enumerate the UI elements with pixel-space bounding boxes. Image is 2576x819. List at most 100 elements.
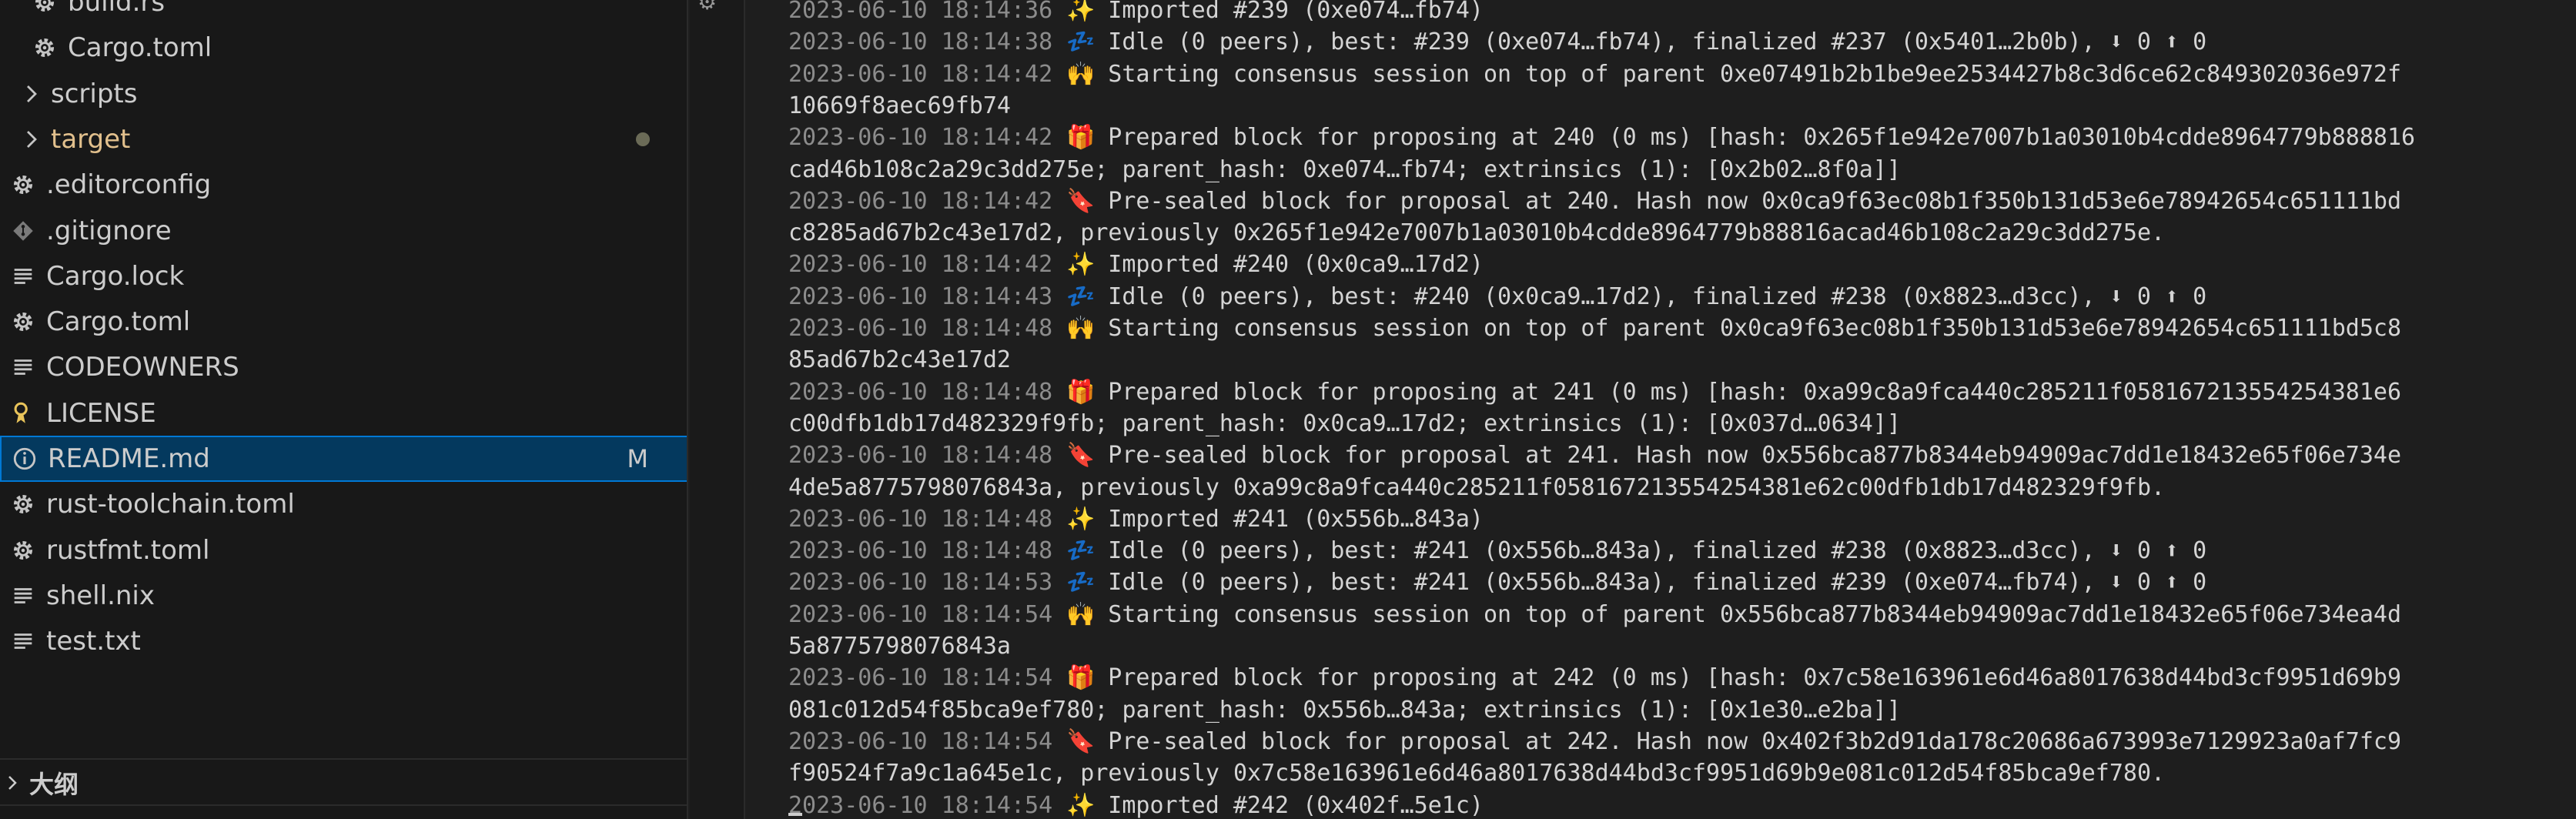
tree-icon-slot [8,580,38,611]
tree-item-label: .editorconfig [46,169,212,201]
terminal-line: 081c012d54f85bca9ef780; parent_hash: 0x5… [788,695,1901,726]
file-row[interactable]: .editorconfig [0,162,687,208]
terminal-line: 2023-06-10 18:14:36 ✨ Imported #239 (0xe… [788,0,1484,26]
file-row[interactable]: build.rs [0,0,687,25]
log-emoji-icon: 🎁 [1066,664,1096,692]
tree-item-label: CODEOWNERS [46,352,239,383]
terminal-line: 85ad67b2c43e17d2 [788,345,1011,376]
log-timestamp: 2023-06-10 18:14:36 [788,0,1053,24]
lines-icon [14,268,32,284]
log-message: Idle (0 peers), best: #241 (0x556b…843a)… [1094,569,2207,597]
terminal-line: f90524f7a9c1a645e1c, previously 0x7c58e1… [788,758,2165,789]
tree-item-label: build.rs [68,0,166,18]
log-timestamp: 2023-06-10 18:14:42 [788,187,1053,215]
file-row[interactable]: Cargo.toml [0,299,687,345]
log-message: Idle (0 peers), best: #240 (0x0ca9…17d2)… [1094,282,2207,310]
log-timestamp: 2023-06-10 18:14:48 [788,378,1053,406]
log-emoji-icon: 🎁 [1066,378,1096,406]
log-emoji-icon: 🙌 [1066,315,1096,342]
log-emoji-icon: ✨ [1066,251,1096,279]
outline-section-header[interactable]: 大纲 [0,758,687,806]
gear-icon [13,540,33,560]
git-icon [13,220,33,241]
tree-icon-slot [8,398,38,429]
lines-icon [14,587,32,603]
terminal-line: 2023-06-10 18:14:48 💤 Idle (0 peers), be… [788,536,2206,567]
log-timestamp: 2023-06-10 18:14:48 [788,505,1053,533]
log-emoji-icon: ✨ [1066,791,1096,819]
log-timestamp: 2023-06-10 18:14:42 [788,124,1053,152]
log-timestamp: 2023-06-10 18:14:42 [788,60,1053,88]
file-row[interactable]: Cargo.lock [0,253,687,299]
log-message: 4de5a8775798076843a, previously 0xa99c8a… [788,473,2166,501]
file-row[interactable]: shell.nix [0,573,687,619]
log-emoji-icon: 🔖 [1066,727,1096,755]
log-message: Imported #242 (0x402f…5e1c) [1094,791,1484,819]
terminal-line: 2023-06-10 18:14:48 🎁 Prepared block for… [788,377,2401,408]
folder-row[interactable]: target [0,116,687,162]
tree-item-label: Cargo.toml [68,32,212,64]
terminal-line: 2023-06-10 18:14:54 🔖 Pre-sealed block f… [788,727,2401,757]
timeline-section-header[interactable] [0,804,687,819]
log-message: 85ad67b2c43e17d2 [788,346,1011,374]
chevron-right-icon [27,85,37,102]
info-icon [13,447,36,470]
file-row[interactable]: .gitignore [0,208,687,254]
terminal-tab-icon[interactable]: ⚙ [698,0,717,15]
log-timestamp: 2023-06-10 18:14:42 [788,251,1053,279]
gear-icon [35,38,55,58]
file-row[interactable]: LICENSE [0,390,687,436]
terminal-line: 2023-06-10 18:14:53 💤 Idle (0 peers), be… [788,567,2206,598]
terminal-line: cad46b108c2a29c3dd275e; parent_hash: 0xe… [788,155,1901,186]
folder-row[interactable]: scripts [0,71,687,117]
log-message: Pre-sealed block for proposal at 242. Ha… [1094,727,2402,755]
terminal-line: 2023-06-10 18:14:42 🙌 Starting consensus… [788,59,2401,90]
log-emoji-icon: 💤 [1066,569,1096,597]
terminal-line: 2023-06-10 18:14:48 🔖 Pre-sealed block f… [788,440,2401,471]
log-message: Idle (0 peers), best: #239 (0xe074…fb74)… [1094,28,2207,56]
log-emoji-icon: 🎁 [1066,124,1096,152]
terminal-line: 2023-06-10 18:14:42 🔖 Pre-sealed block f… [788,186,2401,217]
terminal-line: 2023-06-10 18:14:43 💤 Idle (0 peers), be… [788,282,2206,313]
log-message: cad46b108c2a29c3dd275e; parent_hash: 0xe… [788,155,1901,183]
terminal-line: 2023-06-10 18:14:48 ✨ Imported #241 (0x5… [788,504,1484,535]
tree-icon-slot [20,124,43,155]
file-row[interactable]: rust-toolchain.toml [0,481,687,527]
terminal-line: 2023-06-10 18:14:54 ✨ Imported #242 (0x4… [788,791,1484,819]
log-message: Imported #240 (0x0ca9…17d2) [1094,251,1484,279]
log-emoji-icon: 🙌 [1066,60,1096,88]
file-row[interactable]: CODEOWNERS [0,344,687,390]
file-row[interactable]: test.txt [0,618,687,664]
log-timestamp: 2023-06-10 18:14:53 [788,569,1053,597]
log-message: Pre-sealed block for proposal at 240. Ha… [1094,187,2402,215]
tree-icon-slot [20,79,43,109]
tree-icon-slot [8,261,38,292]
gear-icon [13,495,33,514]
log-emoji-icon: 🔖 [1066,187,1096,215]
terminal-line: c8285ad67b2c43e17d2, previously 0x265f1e… [788,218,2165,249]
tree-icon-slot [29,0,60,18]
log-message: 5a8775798076843a [788,633,1011,660]
log-message: Prepared block for proposing at 241 (0 m… [1094,378,2402,406]
log-timestamp: 2023-06-10 18:14:54 [788,600,1053,628]
log-emoji-icon: 💤 [1066,537,1096,565]
gear-icon [13,313,33,332]
log-message: Starting consensus session on top of par… [1094,315,2402,342]
file-row[interactable]: Cargo.toml [0,25,687,71]
tree-item-label: README.md [48,443,210,474]
license-icon [14,402,28,423]
tree-icon-slot [8,216,38,246]
log-timestamp: 2023-06-10 18:14:54 [788,664,1053,692]
terminal-line: 2023-06-10 18:14:54 🎁 Prepared block for… [788,663,2401,694]
terminal-line: 2023-06-10 18:14:38 💤 Idle (0 peers), be… [788,27,2206,58]
gear-icon [35,0,55,12]
file-row[interactable]: README.md M [0,436,687,482]
terminal-output[interactable]: 2023-06-10 18:14:36 ✨ Imported #239 (0xe… [745,0,2576,819]
log-message: Imported #239 (0xe074…fb74) [1094,0,1484,24]
chevron-right-icon [8,776,17,790]
log-timestamp: 2023-06-10 18:14:54 [788,727,1053,755]
log-timestamp: 2023-06-10 18:14:48 [788,442,1053,470]
terminal-cursor [788,813,802,816]
file-row[interactable]: rustfmt.toml [0,527,687,573]
log-message: c00dfb1db17d482329f9fb; parent_hash: 0x0… [788,410,1901,437]
